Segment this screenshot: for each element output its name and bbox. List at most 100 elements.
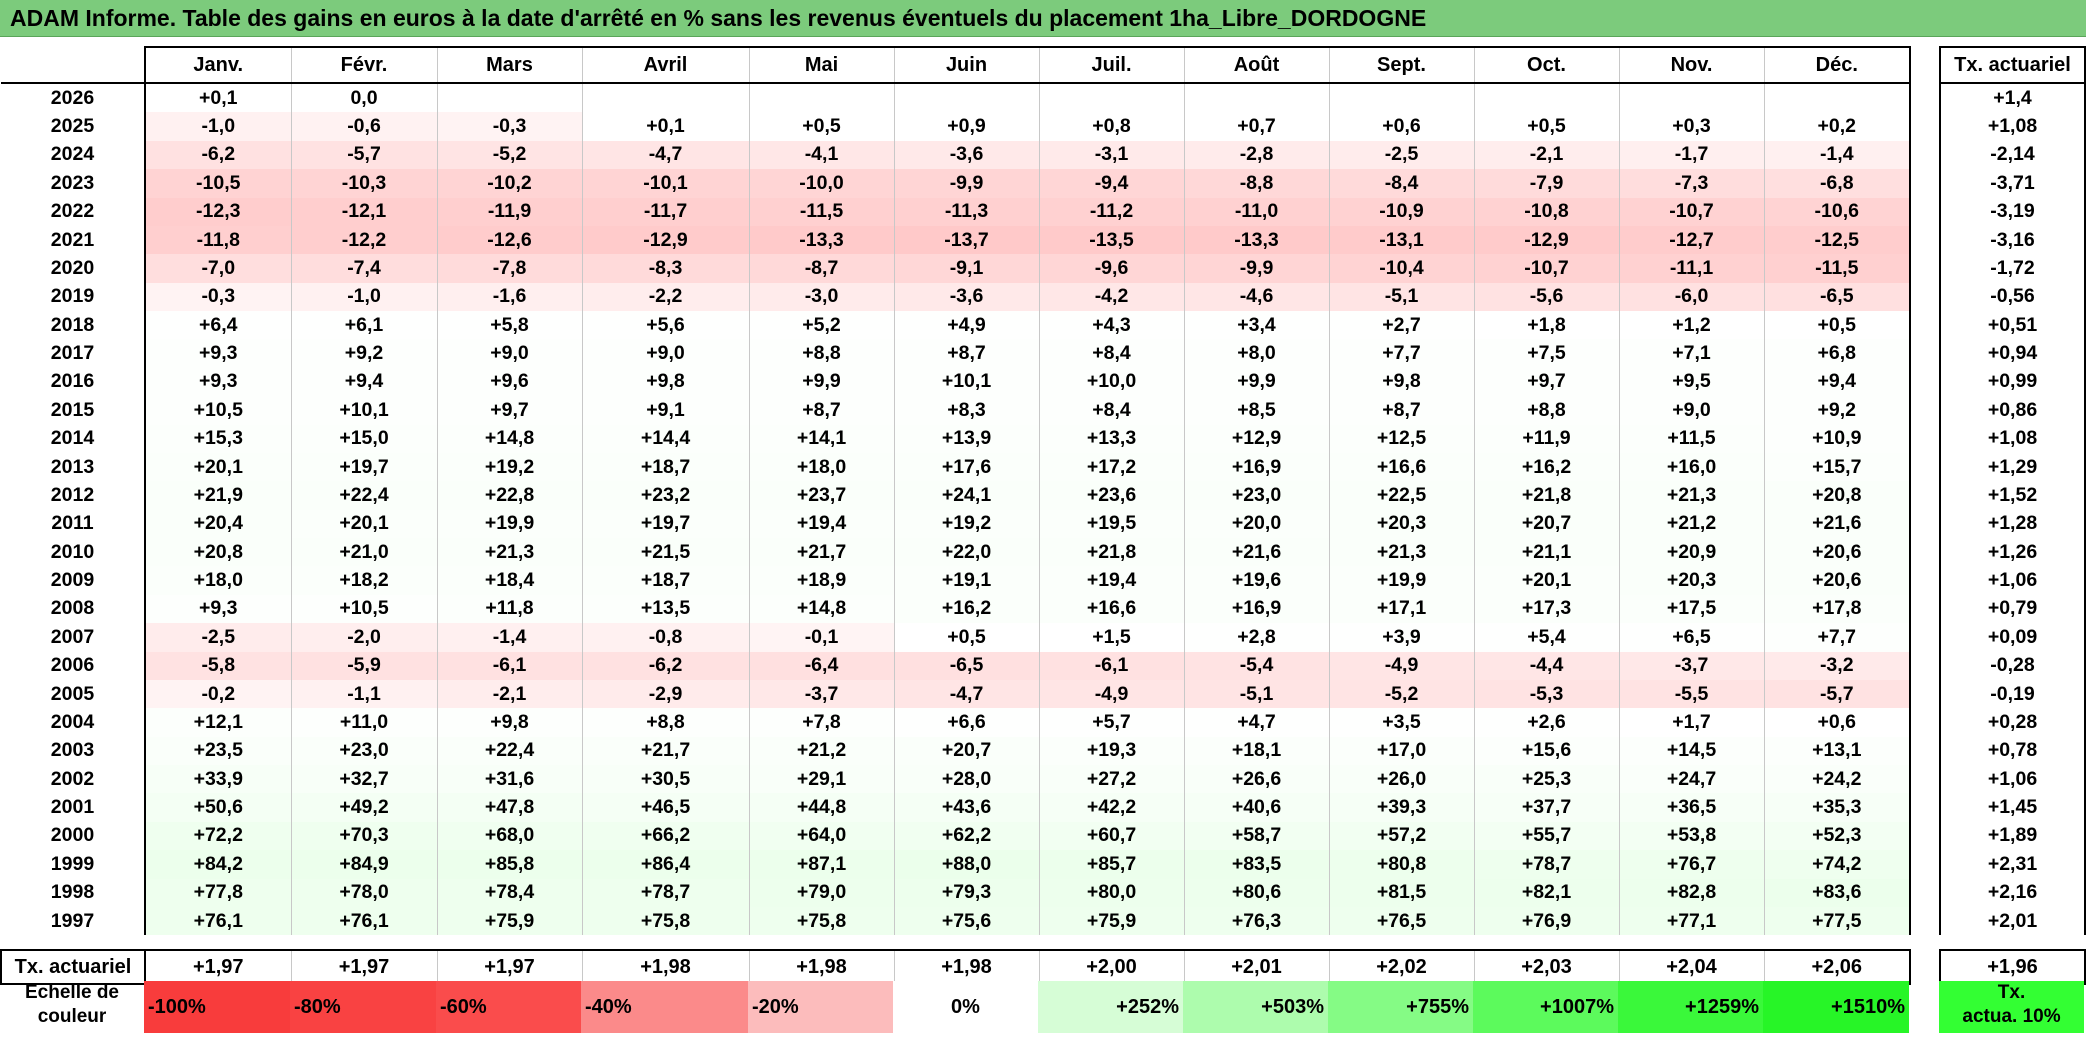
legend-swatch: +755%	[1328, 981, 1473, 1033]
year-cell: 2022	[1, 197, 146, 226]
gain-cell: +0,5	[893, 623, 1040, 652]
gain-cell: +19,1	[893, 566, 1040, 595]
tx-row: -1,72	[1939, 254, 2086, 283]
table-row: 2004 +12,1 +11,0 +9,8 +8,8 +7,8 +6,6 +5,7 +4,7 +3…	[1, 708, 1911, 737]
gain-cell: -10,6	[1763, 197, 1911, 226]
gain-cell: +58,7	[1183, 821, 1330, 851]
gain-cell: +8,0	[1183, 339, 1330, 368]
gain-cell: +26,0	[1328, 765, 1475, 794]
year-cell: 2016	[1, 367, 146, 397]
gain-cell: -8,8	[1183, 169, 1330, 198]
gain-cell: -5,1	[1328, 282, 1475, 311]
gain-cell: -2,9	[581, 679, 750, 709]
gain-cell: +4,7	[1183, 708, 1330, 737]
table-row: 1997 +76,1 +76,1 +75,9 +75,8 +75,8 +75,6 +75,9 +…	[1, 906, 1911, 936]
tx-row: +1,06	[1939, 566, 2086, 595]
gain-cell: -1,0	[290, 282, 438, 311]
tx-actuariel-cell: +1,08	[1939, 112, 2086, 141]
gain-cell: -5,1	[1183, 679, 1330, 709]
gain-cell: +18,0	[748, 452, 895, 482]
gain-cell: -6,1	[436, 651, 583, 680]
gain-cell: +7,7	[1328, 339, 1475, 368]
gain-cell: +13,9	[893, 424, 1040, 453]
tx-row: +0,86	[1939, 396, 2086, 425]
gain-cell: +22,8	[436, 481, 583, 510]
year-cell: 1997	[1, 906, 146, 936]
gain-cell: +20,4	[144, 509, 292, 538]
gain-cell: +62,2	[893, 821, 1040, 851]
gain-cell: -7,3	[1618, 169, 1765, 198]
gain-cell: +10,5	[290, 594, 438, 624]
tx-row: +0,79	[1939, 594, 2086, 624]
gain-cell: +82,8	[1618, 878, 1765, 907]
legend-swatch: -100%	[144, 981, 290, 1033]
gain-cell: +29,1	[748, 765, 895, 794]
year-cell: 2001	[1, 793, 146, 822]
gain-cell: +35,3	[1763, 793, 1911, 822]
gain-cell: +21,7	[581, 736, 750, 765]
gain-cell: +8,7	[1328, 396, 1475, 425]
gain-cell: -10,8	[1473, 197, 1620, 226]
gain-cell	[1473, 83, 1620, 113]
gain-cell: +21,6	[1763, 509, 1911, 538]
gain-cell: +21,8	[1038, 538, 1185, 567]
gain-cell: -11,0	[1183, 197, 1330, 226]
gain-cell: +7,5	[1473, 339, 1620, 368]
gain-cell: +21,3	[1618, 481, 1765, 510]
year-cell: 2007	[1, 623, 146, 652]
gain-cell: +9,8	[1328, 367, 1475, 397]
gain-cell: +64,0	[748, 821, 895, 851]
gain-cell: +20,0	[1183, 509, 1330, 538]
gain-cell: +32,7	[290, 765, 438, 794]
gain-cell: +19,3	[1038, 736, 1185, 765]
table-row: 1998 +77,8 +78,0 +78,4 +78,7 +79,0 +79,3 +80,0 +…	[1, 878, 1911, 907]
gain-cell: +75,8	[581, 906, 750, 936]
tx-actuariel-cell: -3,71	[1939, 169, 2086, 198]
gain-cell: -12,3	[144, 197, 292, 226]
gain-cell: +8,8	[581, 708, 750, 737]
tx-actuariel-cell: +2,31	[1939, 850, 2086, 879]
gain-cell: +0,5	[1763, 311, 1911, 340]
tx-row: +0,09	[1939, 623, 2086, 652]
tx-row: +1,52	[1939, 481, 2086, 510]
gain-cell: +7,1	[1618, 339, 1765, 368]
gain-cell: +9,3	[144, 367, 292, 397]
gain-cell: -6,4	[748, 651, 895, 680]
gain-cell	[1763, 83, 1911, 113]
legend-swatch: +1510%	[1763, 981, 1909, 1033]
gain-cell: -11,7	[581, 197, 750, 226]
tx-actuariel-cell: +0,79	[1939, 594, 2086, 624]
gain-cell: -5,7	[1763, 679, 1911, 709]
tx-actuariel-month-cell: +1,98	[748, 949, 895, 986]
gain-cell: +27,2	[1038, 765, 1185, 794]
gain-cell: +8,4	[1038, 396, 1185, 425]
tx-row: +1,06	[1939, 765, 2086, 794]
tx-actuariel-month-cell: +1,97	[144, 949, 292, 986]
table-row: 2026 +0,1 0,0	[1, 83, 1911, 113]
gain-cell: -9,4	[1038, 169, 1185, 198]
gain-cell: +70,3	[290, 821, 438, 851]
gain-cell: +0,5	[748, 112, 895, 141]
gain-cell: -10,4	[1328, 254, 1475, 283]
year-cell: 2006	[1, 651, 146, 680]
gain-cell: +6,5	[1618, 623, 1765, 652]
gain-cell: +20,7	[893, 736, 1040, 765]
gain-cell: +17,2	[1038, 452, 1185, 482]
tx-actuariel-cell: -1,72	[1939, 254, 2086, 283]
gain-cell: +3,5	[1328, 708, 1475, 737]
gain-cell: -10,0	[748, 169, 895, 198]
gain-cell: +30,5	[581, 765, 750, 794]
gain-cell: -12,2	[290, 225, 438, 255]
tx-actuariel-cell: +1,28	[1939, 509, 2086, 538]
gain-cell: +9,9	[1183, 367, 1330, 397]
tx-row: +1,29	[1939, 452, 2086, 482]
gain-cell: +33,9	[144, 765, 292, 794]
gain-cell: +87,1	[748, 850, 895, 879]
gain-cell: -11,2	[1038, 197, 1185, 226]
gain-cell: +0,8	[1038, 112, 1185, 141]
gain-cell: +14,1	[748, 424, 895, 453]
month-header: Mars	[436, 46, 583, 84]
gain-cell: -7,0	[144, 254, 292, 283]
gain-cell: -10,1	[581, 169, 750, 198]
gain-cell: +9,4	[1763, 367, 1911, 397]
